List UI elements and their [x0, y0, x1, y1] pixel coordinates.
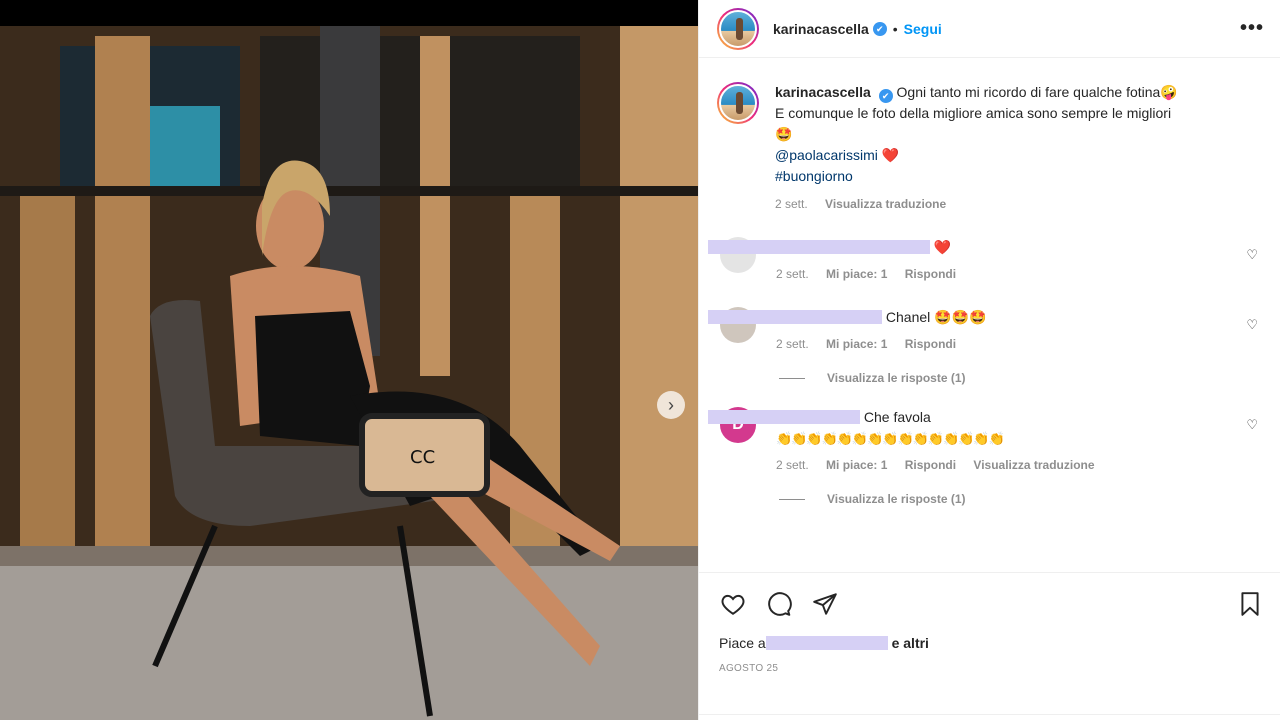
- comment-reply-button[interactable]: Rispondi: [905, 458, 956, 472]
- caption-avatar[interactable]: [717, 82, 759, 124]
- comment-item: D Che favola 👏👏👏👏👏👏👏👏👏👏👏👏👏👏👏 2 sett. Mi …: [708, 407, 1264, 476]
- caption-meta: 2 sett. Visualizza traduzione: [775, 194, 1264, 215]
- post-actions: Piace a e altri AGOSTO 25: [699, 572, 1280, 720]
- caption-translate-button[interactable]: Visualizza traduzione: [825, 197, 946, 211]
- separator-dot: •: [892, 20, 898, 37]
- photo-illustration: CC: [0, 26, 698, 720]
- caption-line-3: 🤩: [775, 126, 793, 142]
- caption-username[interactable]: karinacascella: [775, 84, 871, 100]
- comment-text: Chanel 🤩🤩🤩: [885, 309, 987, 325]
- action-icons: [719, 589, 1264, 619]
- comment-reply-button[interactable]: Rispondi: [905, 337, 956, 351]
- comment-likes-count[interactable]: Mi piace: 1: [826, 267, 887, 281]
- comment-item: ❤️ 2 sett. Mi piace: 1 Rispondi ♡: [708, 237, 1264, 285]
- comment-body: Chanel 🤩🤩🤩 2 sett. Mi piace: 1 Rispondi: [708, 307, 1264, 355]
- like-heart-icon[interactable]: [719, 590, 747, 618]
- redacted-liker: [765, 636, 888, 650]
- mention-link[interactable]: @paolacarissimi: [775, 147, 878, 163]
- comment-time[interactable]: 2 sett.: [776, 267, 809, 281]
- post-media: CC ›: [0, 0, 698, 720]
- carousel-next-button[interactable]: ›: [657, 391, 685, 419]
- comment-body: ❤️ 2 sett. Mi piace: 1 Rispondi: [708, 237, 1264, 285]
- comment-item: Chanel 🤩🤩🤩 2 sett. Mi piace: 1 Rispondi …: [708, 307, 1264, 355]
- post-photo[interactable]: CC ›: [0, 26, 698, 720]
- add-comment-bar: [699, 714, 1280, 720]
- redacted-username: [708, 240, 930, 254]
- comment-reply-button[interactable]: Rispondi: [905, 267, 956, 281]
- post-date[interactable]: AGOSTO 25: [719, 663, 1264, 674]
- comment-meta: 2 sett. Mi piace: 1 Rispondi: [776, 334, 1264, 355]
- media-top-bar: [0, 0, 698, 26]
- comment-meta: 2 sett. Mi piace: 1 Rispondi: [776, 264, 1264, 285]
- caption-line-2: E comunque le foto della migliore amica …: [775, 105, 1172, 121]
- comment-time[interactable]: 2 sett.: [776, 458, 809, 472]
- comment-like-icon[interactable]: ♡: [1246, 317, 1258, 333]
- comment-text: Che favola: [863, 409, 931, 425]
- post-header: karinacascella ✔ • Segui •••: [699, 0, 1280, 58]
- likes-suffix[interactable]: e altri: [892, 635, 929, 651]
- redacted-username: [708, 410, 860, 424]
- comment-meta: 2 sett. Mi piace: 1 Rispondi Visualizza …: [776, 455, 1264, 476]
- caption-time[interactable]: 2 sett.: [775, 197, 808, 211]
- comment-like-icon[interactable]: ♡: [1246, 417, 1258, 433]
- caption-body: karinacascella ✔ Ogni tanto mi ricordo d…: [775, 82, 1264, 215]
- verified-badge-icon: ✔: [872, 21, 887, 36]
- follow-button[interactable]: Segui: [904, 21, 942, 37]
- likes-prefix: Piace a: [719, 635, 766, 651]
- heart-emoji: ❤️: [881, 147, 900, 163]
- comment-like-icon[interactable]: ♡: [1246, 247, 1258, 263]
- share-paper-plane-icon[interactable]: [811, 590, 839, 618]
- comments-list[interactable]: karinacascella ✔ Ogni tanto mi ricordo d…: [699, 58, 1280, 572]
- comment-time[interactable]: 2 sett.: [776, 337, 809, 351]
- replies-line: [779, 498, 805, 500]
- comment-text-emoji: 👏👏👏👏👏👏👏👏👏👏👏👏👏👏👏: [776, 431, 1005, 446]
- save-bookmark-icon[interactable]: [1236, 590, 1264, 618]
- author-username[interactable]: karinacascella: [773, 21, 869, 37]
- view-replies-button[interactable]: Visualizza le risposte (1): [779, 492, 1264, 506]
- svg-text:CC: CC: [410, 447, 435, 468]
- view-replies-label: Visualizza le risposte (1): [827, 371, 966, 385]
- author-avatar[interactable]: [717, 7, 759, 50]
- redacted-username: [708, 310, 882, 324]
- view-replies-button[interactable]: Visualizza le risposte (1): [779, 371, 1264, 385]
- comment-translate-button[interactable]: Visualizza traduzione: [973, 458, 1094, 472]
- post-side-panel: karinacascella ✔ • Segui ••• karinacasce…: [698, 0, 1280, 720]
- caption: karinacascella ✔ Ogni tanto mi ricordo d…: [717, 82, 1264, 215]
- view-replies-label: Visualizza le risposte (1): [827, 492, 966, 506]
- more-options-icon[interactable]: •••: [1240, 17, 1264, 40]
- comment-text: ❤️: [933, 239, 952, 255]
- hashtag-link[interactable]: #buongiorno: [775, 168, 853, 184]
- comment-body: Che favola 👏👏👏👏👏👏👏👏👏👏👏👏👏👏👏 2 sett. Mi pi…: [708, 407, 1264, 476]
- replies-line: [779, 377, 805, 379]
- comment-likes-count[interactable]: Mi piace: 1: [826, 337, 887, 351]
- comment-bubble-icon[interactable]: [765, 590, 793, 618]
- likes-summary[interactable]: Piace a e altri: [719, 635, 1264, 651]
- verified-badge-icon: ✔: [878, 89, 893, 103]
- comment-likes-count[interactable]: Mi piace: 1: [826, 458, 887, 472]
- caption-line-1: Ogni tanto mi ricordo di fare qualche fo…: [896, 84, 1178, 100]
